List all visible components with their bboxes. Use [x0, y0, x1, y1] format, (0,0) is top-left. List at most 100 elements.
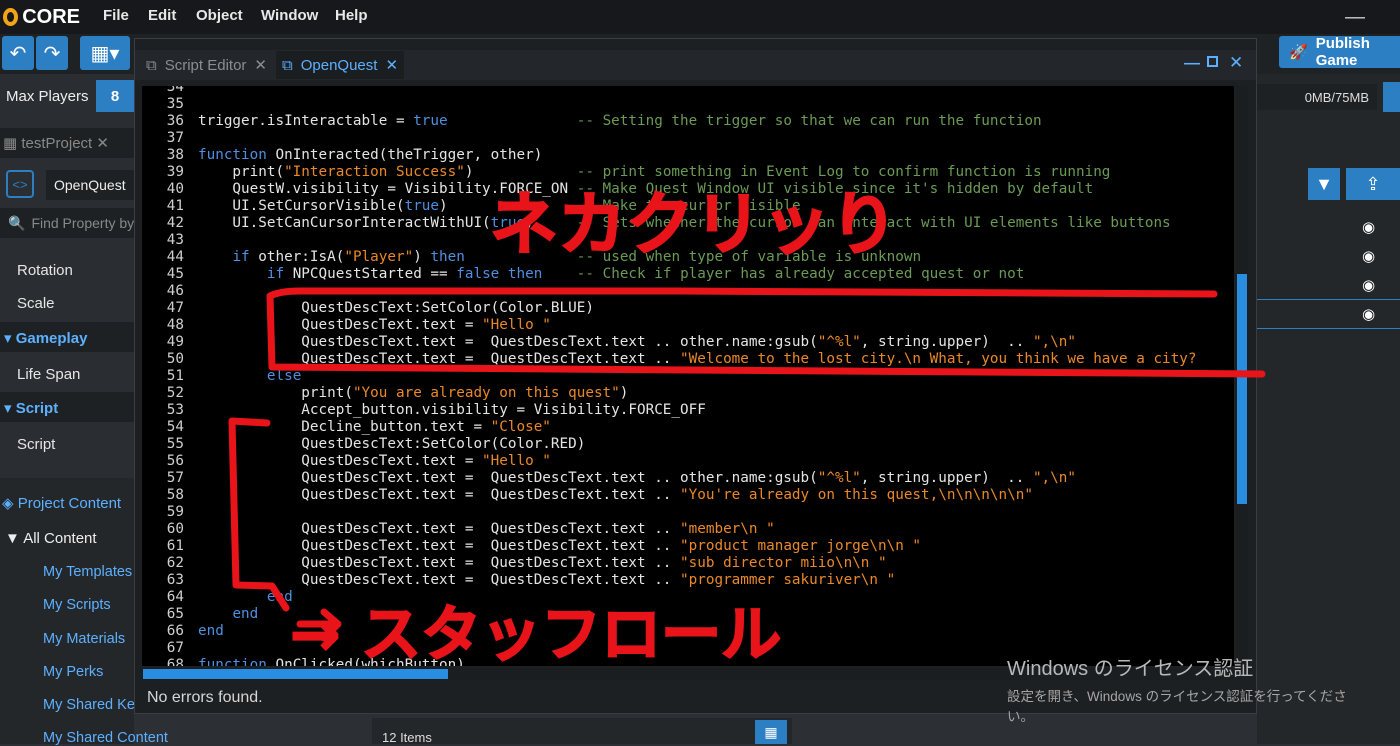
- publish-game-button[interactable]: 🚀 Publish Game: [1279, 35, 1400, 69]
- code-line[interactable]: QuestDescText.text = QuestDescText.text …: [198, 521, 774, 538]
- maximize-icon[interactable]: [1207, 56, 1218, 67]
- visibility-eye-icon[interactable]: ◉: [1362, 247, 1375, 265]
- upload-button[interactable]: ⇪: [1346, 168, 1400, 200]
- code-token: Accept_button.visibility = Visibility.FO…: [198, 402, 706, 418]
- horizontal-scroll-thumb[interactable]: [143, 669, 448, 679]
- tree-item-my-scripts[interactable]: My Scripts: [43, 597, 111, 613]
- code-line[interactable]: QuestDescText.text = QuestDescText.text …: [198, 334, 1076, 351]
- line-number: 35: [166, 96, 184, 112]
- code-line[interactable]: end: [198, 589, 293, 606]
- caret-down-icon: ▼: [5, 530, 24, 547]
- code-line[interactable]: Accept_button.visibility = Visibility.FO…: [198, 402, 706, 419]
- code-line[interactable]: print("Interaction Success") -- print so…: [198, 164, 1110, 181]
- code-token: -- Sets whether the cursor can interact …: [576, 215, 1171, 231]
- code-line[interactable]: QuestDescText.text = QuestDescText.text …: [198, 351, 1196, 368]
- tree-item-my-materials[interactable]: My Materials: [43, 631, 125, 647]
- minimize-window-icon[interactable]: —: [1345, 6, 1365, 29]
- tree-item-my-templates[interactable]: My Templates: [43, 564, 132, 580]
- code-line[interactable]: QuestDescText.text = QuestDescText.text …: [198, 487, 1033, 504]
- code-line[interactable]: function OnInteracted(theTrigger, other): [198, 147, 542, 164]
- code-line[interactable]: QuestDescText:SetColor(Color.BLUE): [198, 300, 594, 317]
- code-line[interactable]: UI.SetCursorVisible(true) -- Make the cu…: [198, 198, 800, 215]
- close-icon[interactable]: ✕: [385, 56, 398, 74]
- code-line[interactable]: UI.SetCanCursorInteractWithUI(true) -- S…: [198, 215, 1171, 232]
- close-icon[interactable]: ✕: [254, 56, 267, 74]
- memory-button[interactable]: [1383, 82, 1400, 112]
- code-token: function: [198, 657, 267, 666]
- code-token: QuestDescText.text = QuestDescText.text …: [198, 538, 681, 554]
- close-icon[interactable]: ✕: [92, 135, 109, 152]
- line-number: 42: [166, 215, 184, 231]
- code-token: -- Check if player has already accepted …: [576, 266, 1025, 282]
- code-token: ",\n": [1032, 470, 1076, 486]
- code-line[interactable]: QuestDescText.text = QuestDescText.text …: [198, 470, 1076, 487]
- code-line[interactable]: QuestDescText.text = QuestDescText.text …: [198, 538, 921, 555]
- code-token: true: [404, 198, 440, 214]
- grid-view-button[interactable]: ▦: [755, 720, 787, 744]
- code-line[interactable]: end: [198, 606, 258, 623]
- code-line[interactable]: trigger.isInteractable = true -- Setting…: [198, 113, 1042, 130]
- code-line[interactable]: QuestDescText:SetColor(Color.RED): [198, 436, 585, 453]
- code-line[interactable]: QuestW.visibility = Visibility.FORCE_ON …: [198, 181, 1093, 198]
- code-token: QuestW.visibility = Visibility.FORCE_ON: [198, 181, 577, 197]
- core-logo: CORE: [0, 5, 80, 29]
- vertical-scroll-thumb[interactable]: [1237, 274, 1247, 504]
- find-property-input[interactable]: 🔍Find Property by N: [0, 208, 134, 238]
- minimize-icon[interactable]: —: [1184, 55, 1200, 73]
- all-content-folder[interactable]: ▼ All Content: [0, 530, 134, 547]
- line-number: 64: [166, 589, 184, 605]
- project-content-tab[interactable]: ◈ Project Content: [0, 494, 134, 512]
- code-token: UI.SetCanCursorInteractWithUI(: [198, 215, 491, 231]
- tab-openquest[interactable]: ⧉ OpenQuest ✕: [276, 51, 404, 79]
- max-players-input[interactable]: 8: [96, 80, 134, 112]
- tree-item-my-perks[interactable]: My Perks: [43, 664, 103, 680]
- code-area[interactable]: 34 35 36 trigger.isInteractable = true -- S…: [142, 86, 1234, 666]
- tree-item-my-shared-keys[interactable]: My Shared Ke: [43, 697, 134, 713]
- code-token: OnClicked(whichButton): [266, 657, 465, 666]
- section-gameplay[interactable]: ▾ Gameplay: [0, 322, 134, 352]
- menu-object[interactable]: Object: [196, 7, 243, 24]
- menu-help[interactable]: Help: [335, 7, 368, 24]
- code-line[interactable]: QuestDescText.text = "Hello ": [198, 317, 551, 334]
- code-token: QuestDescText.text = QuestDescText.text …: [198, 521, 681, 537]
- code-token: print(: [198, 164, 285, 180]
- selection-mode-button[interactable]: ▦▾: [80, 36, 130, 70]
- close-icon[interactable]: ✕: [1229, 53, 1243, 73]
- code-token: function: [198, 147, 267, 163]
- rocket-icon: 🚀: [1289, 44, 1308, 61]
- redo-button[interactable]: ↷: [36, 36, 68, 70]
- code-line[interactable]: if NPCQuestStarted == false then -- Chec…: [198, 266, 1025, 283]
- line-number: 45: [166, 266, 184, 282]
- visibility-eye-icon[interactable]: ◉: [1362, 218, 1375, 236]
- code-token: OnInteracted(theTrigger, other): [266, 147, 543, 163]
- object-name-field[interactable]: OpenQuest: [46, 170, 134, 200]
- code-line[interactable]: QuestDescText.text = QuestDescText.text …: [198, 555, 886, 572]
- code-line[interactable]: QuestDescText.text = "Hello ": [198, 453, 551, 470]
- tab-script-editor[interactable]: ⧉ Script Editor ✕: [140, 51, 274, 79]
- code-line[interactable]: end: [198, 623, 224, 640]
- line-number: 58: [166, 487, 184, 503]
- visibility-eye-icon[interactable]: ◉: [1362, 305, 1375, 323]
- hierarchy-selected-row[interactable]: [1257, 299, 1400, 329]
- code-token: QuestDescText:SetColor(Color.BLUE): [198, 300, 594, 316]
- code-line[interactable]: Decline_button.text = "Close": [198, 419, 551, 436]
- code-line[interactable]: print("You are already on this quest"): [198, 385, 628, 402]
- line-number: 41: [166, 198, 184, 214]
- undo-button[interactable]: ↶: [2, 36, 34, 70]
- upload-icon: ⇪: [1365, 173, 1381, 194]
- line-number: 63: [166, 572, 184, 588]
- project-tab[interactable]: ▦ testProject ✕: [3, 134, 109, 152]
- section-script[interactable]: ▾ Script: [0, 392, 134, 422]
- code-line[interactable]: if other:IsA("Player") then -- used when…: [198, 249, 921, 266]
- code-line[interactable]: function OnClicked(whichButton): [198, 657, 465, 666]
- menu-file[interactable]: File: [103, 7, 129, 24]
- filter-button[interactable]: ▼: [1308, 168, 1340, 200]
- code-token: if: [266, 266, 285, 282]
- code-line[interactable]: else: [198, 368, 301, 385]
- visibility-eye-icon[interactable]: ◉: [1362, 276, 1375, 294]
- code-line[interactable]: QuestDescText.text = QuestDescText.text …: [198, 572, 895, 589]
- menu-edit[interactable]: Edit: [148, 7, 176, 24]
- menu-window[interactable]: Window: [261, 7, 318, 24]
